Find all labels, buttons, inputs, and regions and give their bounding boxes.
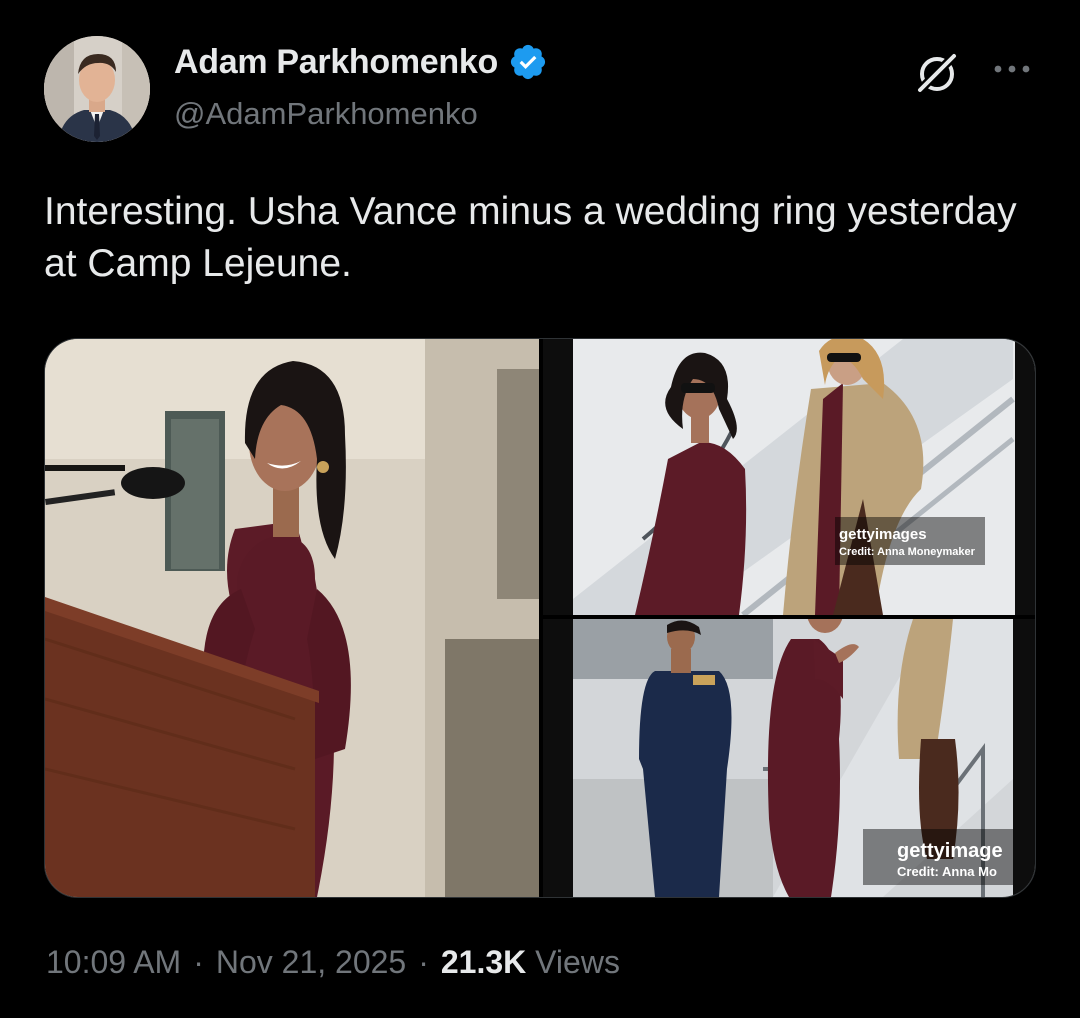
tweet-text: Interesting. Usha Vance minus a wedding …	[44, 190, 1017, 285]
meta-separator: ·	[193, 944, 204, 980]
verified-badge-icon	[510, 44, 546, 80]
avatar[interactable]	[44, 36, 150, 142]
views-count: 21.3K	[440, 944, 527, 980]
media-image-podium[interactable]	[45, 339, 539, 897]
media-image-stairs-top[interactable]	[543, 339, 1036, 615]
tweet-meta: 10:09 AM · Nov 21, 2025 · 21.3K Views	[46, 944, 620, 981]
media-grid: gettyimages Credit: Anna Moneymaker gett…	[44, 338, 1036, 898]
grok-icon[interactable]	[912, 48, 962, 98]
author-handle[interactable]: @AdamParkhomenko	[174, 96, 478, 132]
author-display-name[interactable]: Adam Parkhomenko	[174, 43, 498, 82]
tweet-date[interactable]: Nov 21, 2025	[216, 944, 406, 981]
more-icon[interactable]	[988, 54, 1036, 84]
getty-watermark-2: gettyimage	[897, 840, 1003, 862]
getty-watermark: gettyimages	[839, 526, 927, 543]
photo-credit-2: Credit: Anna Mo	[897, 864, 997, 879]
tweet-time[interactable]: 10:09 AM	[46, 944, 181, 981]
photo-credit: Credit: Anna Moneymaker	[839, 546, 975, 558]
tweet-header: Adam Parkhomenko @AdamParkhomenko	[44, 36, 1044, 146]
meta-separator: ·	[418, 944, 429, 980]
views-label: Views	[535, 944, 620, 980]
